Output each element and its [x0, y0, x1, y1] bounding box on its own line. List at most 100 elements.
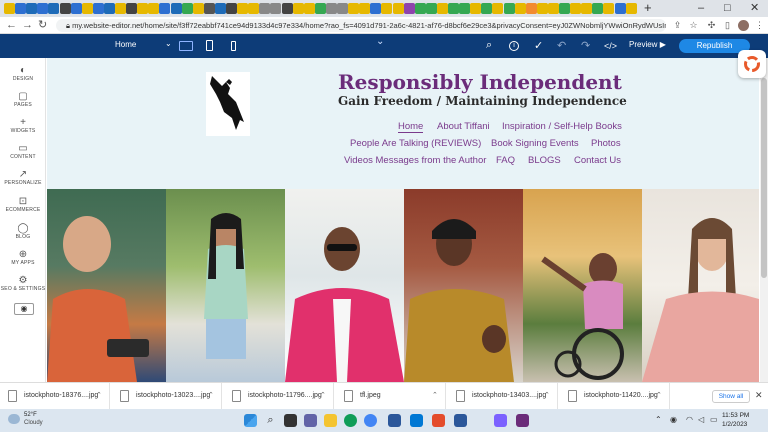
- clock-time[interactable]: 11:53 PM: [722, 412, 749, 419]
- browser-tab[interactable]: [448, 3, 459, 14]
- edge-icon[interactable]: [344, 414, 357, 427]
- browser-tab[interactable]: [436, 3, 448, 14]
- browser-tab[interactable]: [248, 3, 260, 14]
- code-icon[interactable]: </>: [604, 41, 617, 51]
- redo-icon[interactable]: ↷: [581, 39, 590, 52]
- nav-events[interactable]: Book Signing Events: [491, 138, 579, 149]
- browser-tab[interactable]: [514, 3, 526, 14]
- volume-icon[interactable]: ◁: [698, 415, 704, 424]
- search-icon[interactable]: ⌕: [264, 414, 277, 427]
- sidebar-item-widgets[interactable]: + WIDGETS: [0, 117, 46, 135]
- close-window-button[interactable]: ✕: [750, 0, 759, 17]
- browser-tab[interactable]: [137, 3, 149, 14]
- browser-tab[interactable]: [536, 3, 548, 14]
- browser-tab[interactable]: [425, 3, 437, 14]
- browser-tab[interactable]: [625, 3, 637, 14]
- wifi-icon[interactable]: ◠: [686, 415, 693, 424]
- browser-tab[interactable]: [159, 3, 171, 14]
- hero-photo-strip[interactable]: [47, 189, 759, 382]
- browser-tab[interactable]: [270, 3, 282, 14]
- site-title[interactable]: Responsibly Independent: [338, 70, 622, 94]
- sidebar-item-pages[interactable]: ▢ PAGES: [0, 91, 46, 109]
- clock-date[interactable]: 1/2/2023: [722, 421, 747, 428]
- browser-tab[interactable]: [325, 3, 337, 14]
- browser-tab[interactable]: [281, 3, 293, 14]
- check-icon[interactable]: ✓: [534, 39, 543, 52]
- chrome-tray-icon[interactable]: ◉: [670, 415, 677, 424]
- browser-tab[interactable]: [592, 3, 604, 14]
- download-item[interactable]: tfl.jpeg ⌃: [336, 383, 446, 410]
- url-field[interactable]: 🔒︎ my.website-editor.net/home/site/f3ff7…: [56, 19, 666, 32]
- nav-videos[interactable]: Videos Messages from the Author: [344, 155, 486, 166]
- browser-tab[interactable]: [370, 3, 382, 14]
- browser-tab[interactable]: [303, 3, 315, 14]
- sidebar-item-content[interactable]: ▭ CONTENT: [0, 143, 46, 161]
- sidebar-item-my-apps[interactable]: ⊕ MY APPS: [0, 249, 46, 267]
- browser-tab[interactable]: [4, 3, 15, 14]
- browser-tab[interactable]: [81, 3, 93, 14]
- assistant-button[interactable]: [738, 50, 766, 78]
- battery-icon[interactable]: ▭: [710, 415, 718, 424]
- page-select[interactable]: Home: [115, 40, 136, 49]
- browser-tab[interactable]: [259, 3, 271, 14]
- star-icon[interactable]: ☆: [688, 20, 699, 31]
- browser-tab[interactable]: [92, 3, 104, 14]
- cloud-icon[interactable]: [8, 414, 20, 424]
- browser-tab[interactable]: [226, 3, 237, 14]
- sidebar-item-ecommerce[interactable]: ⊡ ECOMMERCE: [0, 196, 46, 214]
- eagle-logo[interactable]: [206, 72, 250, 136]
- download-item[interactable]: istockphoto-13023....jpg ⌃: [112, 383, 222, 410]
- browser-tab[interactable]: [115, 3, 126, 14]
- nav-photos[interactable]: Photos: [591, 138, 621, 149]
- nav-books[interactable]: Inspiration / Self-Help Books: [502, 121, 622, 132]
- browser-tab[interactable]: [559, 3, 570, 14]
- browser-tab[interactable]: [192, 3, 204, 14]
- nav-home[interactable]: Home: [398, 121, 424, 133]
- nav-contact[interactable]: Contact Us: [574, 155, 621, 166]
- tablet-view-icon[interactable]: [206, 40, 213, 51]
- browser-tab[interactable]: [459, 3, 471, 14]
- file-explorer-icon[interactable]: [324, 414, 337, 427]
- minimize-button[interactable]: –: [698, 0, 704, 17]
- weather-condition[interactable]: Cloudy: [24, 420, 43, 426]
- chevron-up-icon[interactable]: ⌃: [96, 391, 102, 399]
- browser-tab[interactable]: [392, 3, 404, 14]
- browser-tab[interactable]: [337, 3, 348, 14]
- mail-icon[interactable]: [410, 414, 423, 427]
- browser-tab[interactable]: [503, 3, 515, 14]
- browser-tab[interactable]: [603, 3, 615, 14]
- browser-tab[interactable]: [414, 3, 426, 14]
- chevron-up-icon[interactable]: ⌃: [208, 391, 214, 399]
- store-icon[interactable]: [388, 414, 401, 427]
- share-icon[interactable]: ⇪: [672, 20, 683, 31]
- browser-tab[interactable]: [614, 3, 626, 14]
- download-item[interactable]: istockphoto-18376....jpg ⌃: [0, 383, 110, 410]
- snip-icon[interactable]: [432, 414, 445, 427]
- desktop-view-icon[interactable]: [179, 41, 193, 51]
- browser-tab[interactable]: [470, 3, 482, 14]
- nav-blogs[interactable]: BLOGS: [528, 155, 561, 166]
- avatar[interactable]: [738, 20, 749, 31]
- browser-tab[interactable]: [359, 3, 371, 14]
- browser-tab[interactable]: [570, 3, 582, 14]
- browser-tab[interactable]: [381, 3, 393, 14]
- weather-temp[interactable]: 52°F: [24, 412, 37, 418]
- close-icon[interactable]: ✕: [755, 390, 763, 401]
- sidebar-item-personalize[interactable]: ↗ PERSONALIZE: [0, 169, 46, 187]
- chrome-icon[interactable]: [364, 414, 377, 427]
- browser-tab[interactable]: [237, 3, 249, 14]
- nav-faq[interactable]: FAQ: [496, 155, 515, 166]
- search-icon[interactable]: ⌕: [486, 39, 492, 52]
- download-item[interactable]: istockphoto-11796....jpg ⌃: [224, 383, 334, 410]
- browser-tab[interactable]: [214, 3, 226, 14]
- nav-reviews[interactable]: People Are Talking (REVIEWS): [350, 138, 481, 149]
- browser-tab[interactable]: [492, 3, 504, 14]
- back-icon[interactable]: ←: [6, 17, 17, 34]
- browser-tab[interactable]: [314, 3, 326, 14]
- sidebar-item-seo-settings[interactable]: ⚙ SEO & SETTINGS: [0, 275, 46, 293]
- chevron-up-icon[interactable]: ⌃: [655, 415, 662, 424]
- nav-about[interactable]: About Tiffani: [437, 121, 490, 132]
- collapse-toolbar-icon[interactable]: ⌄: [376, 36, 384, 47]
- mobile-view-icon[interactable]: [231, 41, 236, 51]
- browser-tab[interactable]: [181, 3, 193, 14]
